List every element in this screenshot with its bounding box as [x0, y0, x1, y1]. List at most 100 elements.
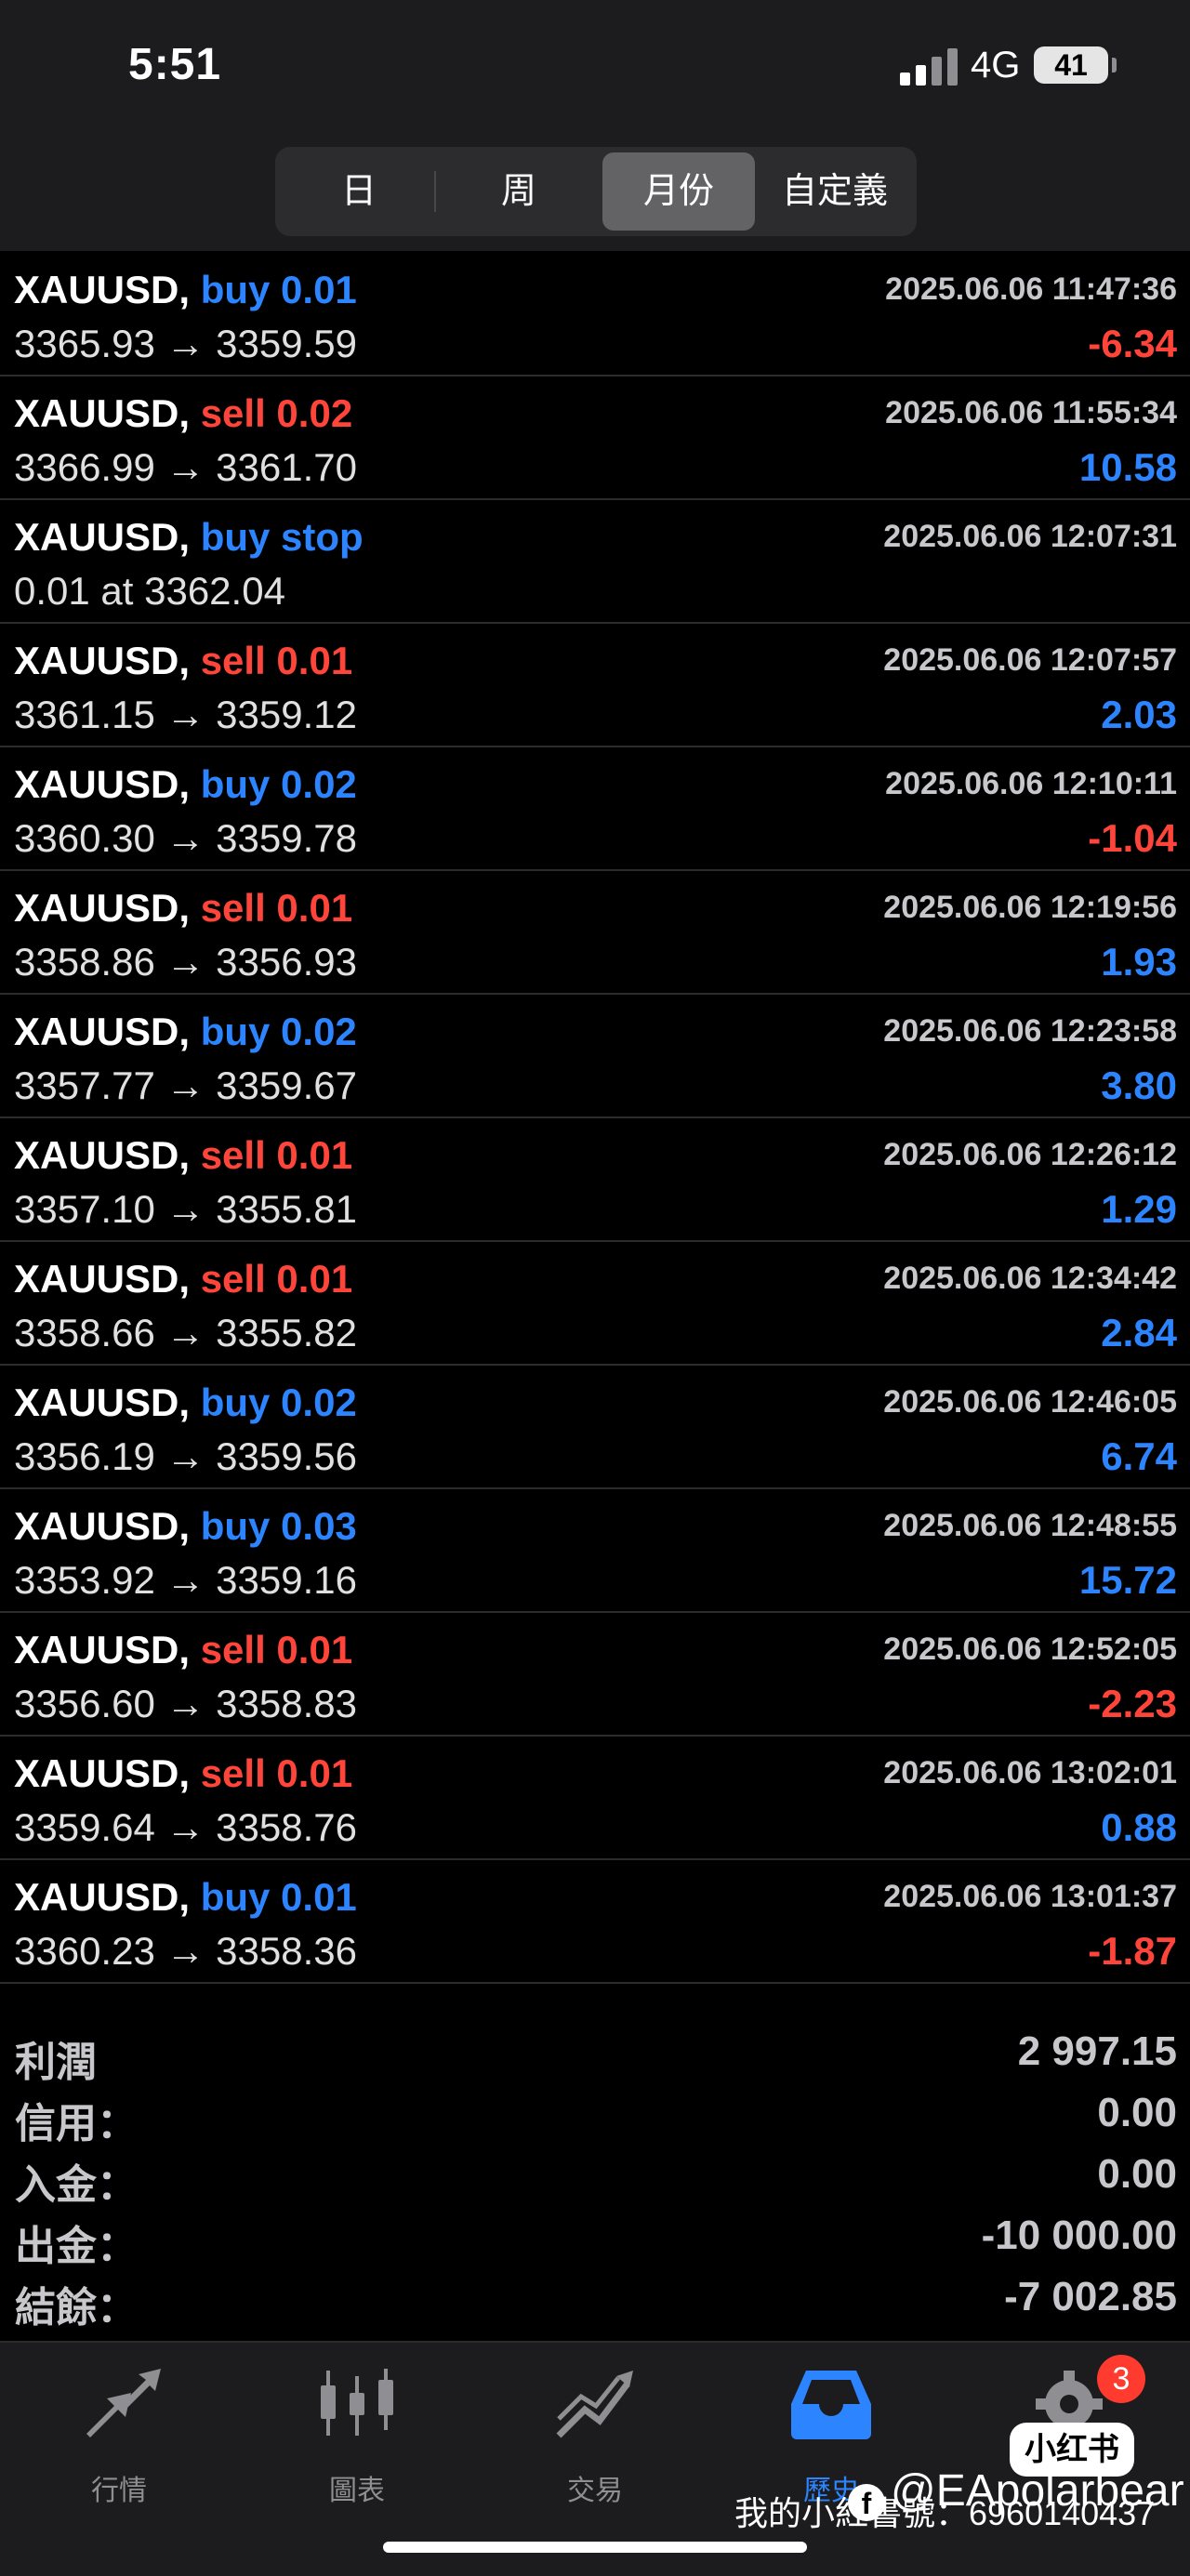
- trade-profit: 15.72: [1078, 1558, 1177, 1602]
- trade-symbol: XAUUSD,: [14, 639, 191, 682]
- trade-profit: 1.93: [1101, 940, 1177, 984]
- trade-prices: 3361.15 → 3359.12: [14, 693, 357, 736]
- trade-time: 2025.06.06 12:10:11: [885, 766, 1177, 801]
- segment-week[interactable]: 周: [443, 152, 595, 231]
- trade-prices: 3358.86 → 3356.93: [14, 940, 357, 984]
- network-type: 4G: [971, 45, 1021, 86]
- trade-side: buy 0.03: [200, 1504, 357, 1548]
- trade-side: buy 0.02: [200, 1010, 357, 1053]
- home-indicator: [383, 2542, 807, 2553]
- account-summary: 利潤 2 997.15 信用： 0.00 入金： 0.00 出金： -10 00…: [0, 2025, 1190, 2339]
- summary-label: 結餘：: [15, 2285, 138, 2331]
- trade-symbol: XAUUSD,: [14, 1751, 191, 1795]
- trade-side: sell 0.01: [200, 639, 353, 682]
- trade-prices: 3357.10 → 3355.81: [14, 1187, 357, 1231]
- trade-row[interactable]: XAUUSD, sell 0.01 3359.64 → 3358.76 2025…: [0, 1737, 1190, 1860]
- trade-row[interactable]: XAUUSD, buy stop 0.01 at 3362.04 2025.06…: [0, 500, 1190, 624]
- trade-prices: 3358.66 → 3355.82: [14, 1311, 357, 1354]
- trade-prices: 0.01 at 3362.04: [14, 569, 285, 613]
- trade-time: 2025.06.06 12:07:31: [883, 519, 1177, 554]
- trade-prices: 3360.23 → 3358.36: [14, 1929, 357, 1973]
- trade-side: buy 0.01: [200, 1875, 357, 1919]
- trade-time: 2025.06.06 13:01:37: [883, 1879, 1177, 1914]
- summary-label: 出金：: [15, 2224, 138, 2269]
- summary-value: 0.00: [1097, 2090, 1177, 2135]
- trade-profit: -2.23: [1088, 1682, 1177, 1725]
- trade-symbol: XAUUSD,: [14, 1010, 191, 1053]
- summary-credit: 信用： 0.00: [0, 2086, 1190, 2147]
- trade-symbol: XAUUSD,: [14, 1133, 191, 1177]
- trade-profit: 2.84: [1101, 1311, 1177, 1354]
- tab-label: 交易: [567, 2476, 623, 2506]
- trade-side: sell 0.01: [200, 1133, 353, 1177]
- trade-side: sell 0.01: [200, 886, 353, 930]
- trade-profit: 6.74: [1101, 1434, 1177, 1478]
- summary-profit: 利潤 2 997.15: [0, 2025, 1190, 2085]
- trade-symbol: XAUUSD,: [14, 762, 191, 806]
- segment-month[interactable]: 月份: [602, 152, 755, 231]
- summary-label: 信用：: [15, 2101, 138, 2147]
- trade-side: buy 0.01: [200, 268, 357, 311]
- trade-profit: 3.80: [1101, 1063, 1177, 1107]
- summary-balance: 結餘： -7 002.85: [0, 2270, 1190, 2331]
- trade-prices: 3356.19 → 3359.56: [14, 1434, 357, 1478]
- trade-prices: 3353.92 → 3359.16: [14, 1558, 357, 1602]
- summary-deposit: 入金： 0.00: [0, 2147, 1190, 2208]
- trade-symbol: XAUUSD,: [14, 1257, 191, 1301]
- trade-symbol: XAUUSD,: [14, 886, 191, 930]
- history-inbox-icon: [791, 2371, 871, 2439]
- trade-time: 2025.06.06 12:23:58: [883, 1013, 1177, 1049]
- trade-prices: 3360.30 → 3359.78: [14, 816, 357, 860]
- status-bar: 5:51 4G 41: [0, 0, 1190, 139]
- trade-row[interactable]: XAUUSD, sell 0.02 3366.99 → 3361.70 2025…: [0, 376, 1190, 500]
- trade-prices: 3356.60 → 3358.83: [14, 1682, 357, 1725]
- tab-trade[interactable]: 交易: [521, 2367, 669, 2506]
- trade-profit: -1.87: [1088, 1929, 1177, 1973]
- trade-profit: 10.58: [1078, 445, 1177, 489]
- segment-day[interactable]: 日: [283, 152, 435, 231]
- trade-side: sell 0.01: [200, 1751, 353, 1795]
- battery-icon: 41: [1034, 46, 1108, 84]
- trade-row[interactable]: XAUUSD, sell 0.01 3357.10 → 3355.81 2025…: [0, 1118, 1190, 1242]
- battery-tip: [1112, 58, 1117, 73]
- trade-row[interactable]: XAUUSD, buy 0.03 3353.92 → 3359.16 2025.…: [0, 1489, 1190, 1613]
- tab-charts[interactable]: 圖表: [283, 2367, 431, 2506]
- trade-history-list: XAUUSD, buy 0.01 3365.93 → 3359.59 2025.…: [0, 253, 1190, 1984]
- trade-row[interactable]: XAUUSD, buy 0.02 3360.30 → 3359.78 2025.…: [0, 747, 1190, 871]
- summary-value: -7 002.85: [1004, 2274, 1177, 2319]
- summary-label: 利潤: [15, 2040, 97, 2085]
- trade-side: sell 0.01: [200, 1257, 353, 1301]
- trade-time: 2025.06.06 12:07:57: [883, 642, 1177, 678]
- period-segmented-control: 日 周 月份 自定義: [275, 147, 917, 236]
- segment-divider: [434, 171, 436, 212]
- trade-row[interactable]: XAUUSD, buy 0.01 3365.93 → 3359.59 2025.…: [0, 253, 1190, 376]
- trade-symbol: XAUUSD,: [14, 391, 191, 435]
- trade-symbol: XAUUSD,: [14, 1628, 191, 1671]
- trade-side: sell 0.01: [200, 1628, 353, 1671]
- trade-row[interactable]: XAUUSD, sell 0.01 3358.86 → 3356.93 2025…: [0, 871, 1190, 995]
- segment-custom[interactable]: 自定義: [759, 152, 911, 231]
- trade-time: 2025.06.06 12:52:05: [883, 1631, 1177, 1667]
- status-time: 5:51: [128, 40, 222, 89]
- tab-label: 行情: [91, 2476, 147, 2506]
- trade-row[interactable]: XAUUSD, buy 0.02 3356.19 → 3359.56 2025.…: [0, 1366, 1190, 1489]
- trade-row[interactable]: XAUUSD, sell 0.01 3361.15 → 3359.12 2025…: [0, 624, 1190, 747]
- trade-symbol: XAUUSD,: [14, 1380, 191, 1424]
- trade-prices: 3365.93 → 3359.59: [14, 322, 357, 365]
- trade-time: 2025.06.06 12:34:42: [883, 1261, 1177, 1296]
- tab-label: 圖表: [329, 2476, 385, 2506]
- trade-row[interactable]: XAUUSD, sell 0.01 3356.60 → 3358.83 2025…: [0, 1613, 1190, 1737]
- cellular-signal-icon: [900, 48, 959, 86]
- trade-chart-icon: [556, 2371, 633, 2438]
- trade-time: 2025.06.06 12:26:12: [883, 1137, 1177, 1172]
- facebook-icon: f: [848, 2484, 885, 2521]
- trade-row[interactable]: XAUUSD, buy 0.01 3360.23 → 3358.36 2025.…: [0, 1860, 1190, 1984]
- tab-quotes[interactable]: 行情: [45, 2367, 193, 2506]
- summary-withdrawal: 出金： -10 000.00: [0, 2209, 1190, 2269]
- trade-row[interactable]: XAUUSD, sell 0.01 3358.66 → 3355.82 2025…: [0, 1242, 1190, 1366]
- trade-symbol: XAUUSD,: [14, 268, 191, 311]
- trade-row[interactable]: XAUUSD, buy 0.02 3357.77 → 3359.67 2025.…: [0, 995, 1190, 1118]
- trade-profit: 2.03: [1101, 693, 1177, 736]
- trade-prices: 3359.64 → 3358.76: [14, 1805, 357, 1849]
- tab-history[interactable]: 歷史: [757, 2367, 906, 2506]
